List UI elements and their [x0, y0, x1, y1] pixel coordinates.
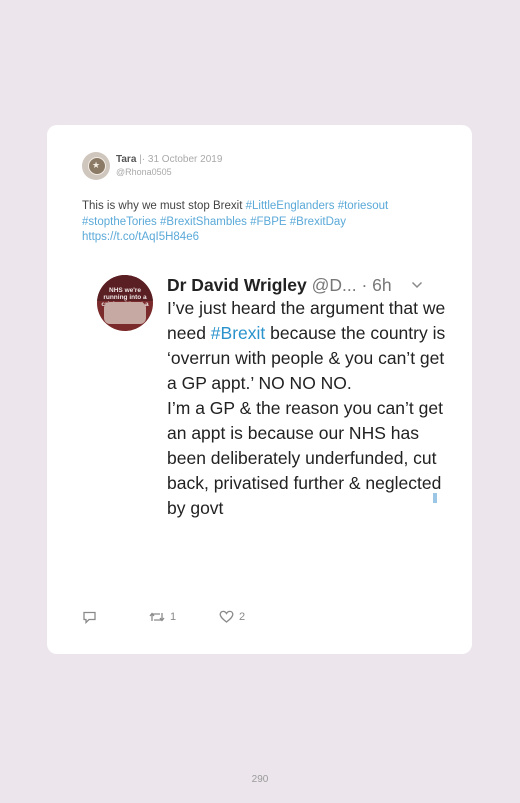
- author-separator: |·: [139, 154, 146, 165]
- tweet-actions: 1 2: [82, 609, 342, 625]
- hashtag-link[interactable]: #BrexitShambles: [160, 216, 247, 228]
- embedded-author-avatar: NHS we're running into a crisis without …: [97, 275, 153, 331]
- embedded-hashtag: #Brexit: [210, 323, 266, 343]
- retweet-count: 1: [170, 611, 177, 623]
- author-name[interactable]: Tara: [116, 154, 136, 165]
- author-avatar[interactable]: ★: [82, 152, 110, 180]
- tweet-card: ★ Tara |· 31 October 2019 @Rhona0505 Thi…: [47, 125, 472, 654]
- hashtag-link[interactable]: #stoptheTories: [82, 216, 157, 228]
- like-button[interactable]: 2: [219, 609, 245, 625]
- hashtag-link[interactable]: #FBPE: [250, 216, 286, 228]
- retweet-button[interactable]: 1: [149, 609, 176, 625]
- heart-icon: [219, 610, 234, 623]
- embedded-tweet-text: I’ve just heard the argument that we nee…: [167, 296, 447, 521]
- author-handle[interactable]: @Rhona0505: [116, 167, 172, 178]
- embedded-time: · 6h: [361, 275, 392, 295]
- tweet-text: This is why we must stop Brexit #LittleE…: [82, 199, 442, 246]
- embedded-author-handle: @D...: [311, 275, 357, 295]
- tweet-url-link[interactable]: https://t.co/tAqI5H84e6: [82, 231, 199, 243]
- hashtag-link[interactable]: #LittleEnglanders: [246, 200, 335, 212]
- star-icon: ★: [91, 160, 101, 170]
- page-number: 290: [251, 774, 269, 785]
- tweet-text-plain: This is why we must stop Brexit: [82, 200, 246, 212]
- retweet-icon: [149, 612, 165, 622]
- text-cursor-marker: [433, 493, 437, 503]
- reply-button[interactable]: [82, 609, 102, 625]
- hashtag-link[interactable]: #BrexitDay: [290, 216, 346, 228]
- chevron-down-icon: [411, 281, 423, 289]
- reply-icon: [83, 611, 96, 624]
- like-count: 2: [239, 611, 246, 623]
- hashtag-link[interactable]: #toriesout: [338, 200, 389, 212]
- embedded-header: Dr David Wrigley @D... · 6h: [167, 273, 437, 297]
- avatar-photo: [104, 302, 146, 324]
- tweet-date[interactable]: 31 October 2019: [148, 154, 223, 165]
- embedded-author-name: Dr David Wrigley: [167, 275, 307, 295]
- tweet-author-line: Tara |· 31 October 2019: [116, 154, 222, 166]
- embedded-text-part: I’m a GP & the reason you can’t get an a…: [167, 398, 443, 518]
